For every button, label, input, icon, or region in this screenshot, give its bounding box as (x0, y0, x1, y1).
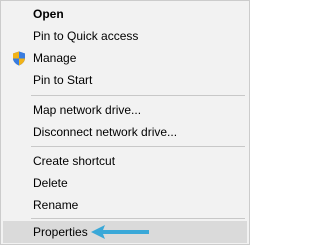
menu-item-label: Properties (33, 225, 88, 239)
menu-item-manage[interactable]: Manage (3, 47, 247, 69)
menu-item-label: Disconnect network drive... (33, 125, 178, 139)
annotation-arrow-icon (91, 225, 149, 239)
menu-separator (31, 146, 245, 147)
context-menu: Open Pin to Quick access Manage Pin to S… (0, 0, 250, 245)
uac-shield-icon (13, 51, 25, 66)
menu-item-label: Pin to Start (33, 73, 93, 87)
menu-item-create-shortcut[interactable]: Create shortcut (3, 150, 247, 172)
menu-item-label: Manage (33, 51, 77, 65)
menu-item-disconnect-network-drive[interactable]: Disconnect network drive... (3, 121, 247, 143)
menu-item-properties[interactable]: Properties (3, 221, 247, 243)
menu-item-pin-to-quick-access[interactable]: Pin to Quick access (3, 25, 247, 47)
menu-separator (31, 218, 245, 219)
menu-item-label: Map network drive... (33, 103, 142, 117)
menu-item-label: Pin to Quick access (33, 29, 139, 43)
menu-item-pin-to-start[interactable]: Pin to Start (3, 69, 247, 91)
menu-item-map-network-drive[interactable]: Map network drive... (3, 99, 247, 121)
menu-separator (31, 95, 245, 96)
menu-item-label: Rename (33, 198, 79, 212)
menu-item-label: Open (33, 7, 64, 21)
menu-item-rename[interactable]: Rename (3, 194, 247, 216)
menu-item-open[interactable]: Open (3, 3, 247, 25)
menu-item-label: Delete (33, 176, 68, 190)
menu-item-label: Create shortcut (33, 154, 116, 168)
menu-item-delete[interactable]: Delete (3, 172, 247, 194)
